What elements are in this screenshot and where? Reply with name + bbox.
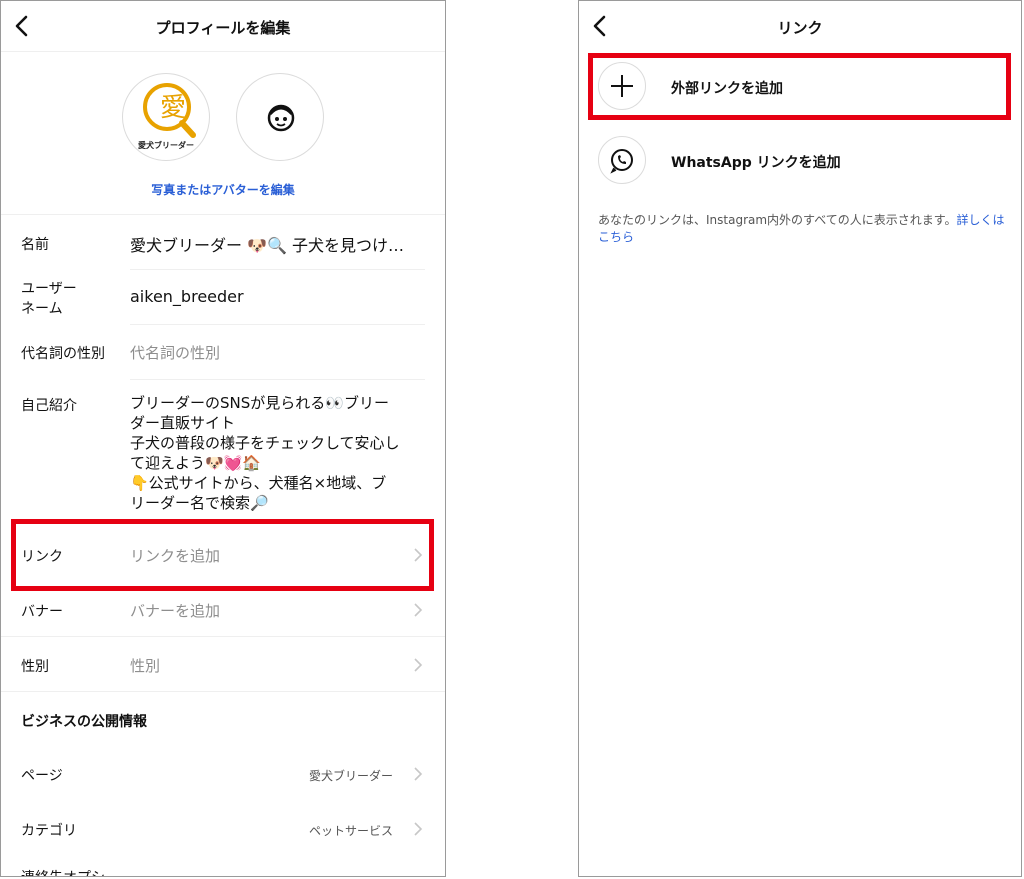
bio-line: リーダー名で検索🔎 (130, 494, 269, 512)
header-bar: プロフィールを編集 (1, 1, 445, 52)
page-label: ページ (21, 768, 63, 784)
pronouns-field[interactable]: 代名詞の性別 (130, 342, 220, 363)
links-screen: リンク 外部リンクを追加 WhatsApp リンクを追加 あなたのリンクは、In… (578, 0, 1022, 877)
logo-mark-text: 愛 (160, 93, 186, 123)
links-info-body: あなたのリンクは、Instagram内外のすべての人に表示されます。 (598, 213, 957, 227)
profile-photo-avatar[interactable]: 愛 愛犬ブリーダー (122, 73, 210, 161)
gender-label: 性別 (21, 659, 49, 675)
divider (130, 269, 425, 270)
add-whatsapp-link-label[interactable]: WhatsApp リンクを追加 (671, 152, 841, 172)
divider (1, 636, 445, 637)
edit-photo-link[interactable]: 写真またはアバターを編集 (1, 181, 445, 198)
chevron-right-icon (414, 658, 423, 672)
contact-options-label-cutoff: 連絡先オプシ (21, 867, 105, 876)
whatsapp-icon (610, 149, 633, 174)
edit-profile-screen: プロフィールを編集 愛 愛犬ブリーダー 写真またはアバターを編集 名前 愛犬ブリ… (0, 0, 446, 877)
username-field[interactable]: aiken_breeder (130, 287, 244, 306)
pronouns-label: 代名詞の性別 (21, 346, 105, 362)
category-value: ペットサービス (308, 824, 393, 838)
bio-line: 👇公式サイトから、犬種名×地域、ブ (130, 474, 387, 492)
avatar-option[interactable] (236, 73, 324, 161)
external-link-highlight-box (588, 53, 1011, 120)
page-title: リンク (777, 19, 823, 37)
chevron-right-icon (414, 603, 423, 617)
divider (1, 691, 445, 692)
chevron-right-icon (414, 822, 423, 836)
links-info-text: あなたのリンクは、Instagram内外のすべての人に表示されます。詳しくはこち… (598, 212, 1010, 246)
bio-field[interactable]: ブリーダーのSNSが見られる👀ブリー ダー直販サイト 子犬の普段の様子をチェック… (130, 393, 430, 513)
bio-label: 自己紹介 (21, 398, 77, 414)
divider (130, 324, 425, 325)
chevron-right-icon (414, 767, 423, 781)
header-bar: リンク (579, 1, 1021, 51)
banner-field[interactable]: バナーを追加 (130, 600, 220, 621)
avatar-face-icon (267, 104, 295, 132)
bio-line: ダー直販サイト (130, 414, 236, 432)
links-highlight-box (11, 519, 434, 591)
logo-image: 愛 (133, 80, 201, 140)
page-title: プロフィールを編集 (155, 19, 291, 37)
name-label: 名前 (21, 237, 49, 253)
bio-line: て迎えよう🐶💓🏠 (130, 454, 262, 472)
bio-line: ブリーダーのSNSが見られる👀ブリー (130, 394, 389, 412)
category-label: カテゴリ (21, 823, 77, 839)
gender-field[interactable]: 性別 (130, 655, 160, 676)
business-section-title: ビジネスの公開情報 (21, 714, 147, 730)
divider (130, 379, 425, 380)
username-label-line2: ネーム (21, 301, 63, 317)
logo-text: 愛犬ブリーダー (138, 141, 194, 150)
banner-label: バナー (21, 604, 63, 620)
bio-line: 子犬の普段の様子をチェックして安心し (130, 434, 400, 452)
divider (1, 214, 445, 215)
whatsapp-icon-circle (598, 136, 646, 184)
username-label-line1: ユーザー (21, 281, 77, 297)
username-label: ユーザー ネーム (21, 279, 77, 319)
page-value: 愛犬ブリーダー (308, 769, 393, 783)
name-field[interactable]: 愛犬ブリーダー 🐶🔍 子犬を見つけ… (130, 232, 404, 256)
